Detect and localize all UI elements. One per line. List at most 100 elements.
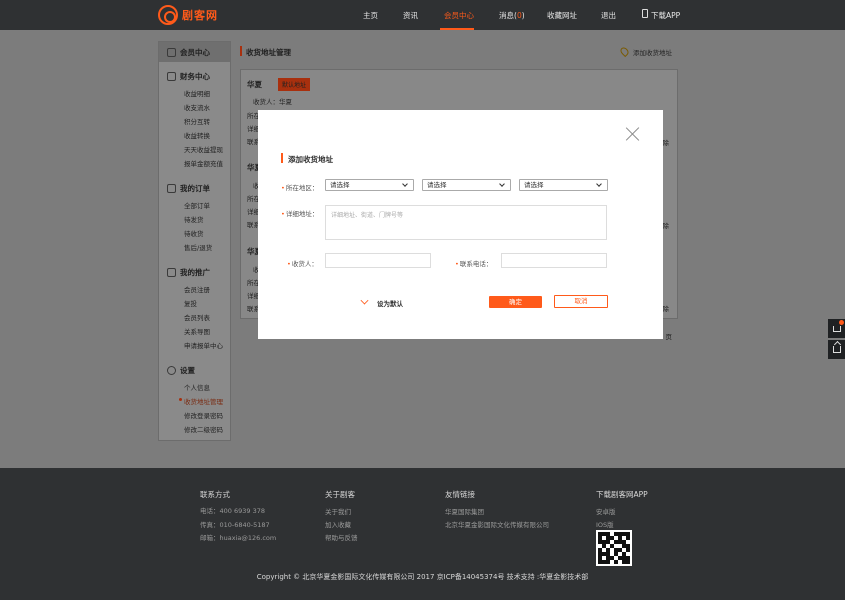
footer-fax: 传真：010-6840-5187 xyxy=(200,521,270,529)
address-name: 华夏 xyxy=(247,80,262,89)
sidebar-item-income-detail[interactable]: 收益明细 xyxy=(184,88,210,98)
copyright-text: Copyright © 北京华夏金影国际文化传媒有限公司 2017 京ICP备1… xyxy=(256,573,589,581)
footer-links-title: 友情链接 xyxy=(445,490,475,499)
sidebar-section-member-center[interactable]: 会员中心 xyxy=(159,42,230,62)
sidebar-item-member-list[interactable]: 会员列表 xyxy=(184,312,210,322)
nav-logout[interactable]: 退出 xyxy=(601,10,616,21)
sidebar-item-order-recharge[interactable]: 报单金额充值 xyxy=(184,158,223,168)
required-mark: • xyxy=(455,260,459,268)
sidebar-section-settings[interactable]: 设置 xyxy=(159,360,230,380)
delete-address-link[interactable]: 除 xyxy=(663,303,670,313)
sidebar-item-member-register[interactable]: 会员注册 xyxy=(184,284,210,294)
region-label-text: 所在地区： xyxy=(285,184,319,192)
district-select[interactable]: 请选择 xyxy=(519,179,608,191)
phone-label-text: 联系电话： xyxy=(459,260,493,268)
region-label: •所在地区： xyxy=(281,182,318,192)
nav-member-center[interactable]: 会员中心 xyxy=(444,10,474,21)
sidebar-section-title: 我的推广 xyxy=(180,267,210,277)
sidebar-item-income-convert[interactable]: 收益转换 xyxy=(184,130,210,140)
top-navbar: 剧客网 主页 资讯 会员中心 消息(0) 收藏网址 退出 下载APP xyxy=(0,0,845,30)
footer-download-title: 下载剧客网APP xyxy=(596,490,648,499)
receiver-input[interactable] xyxy=(325,253,431,268)
qr-pattern xyxy=(598,532,630,564)
add-address-dialog: 添加收货地址 •所在地区： 请选择 请选择 请选择 •详细地址： 详细地址、街道… xyxy=(258,110,663,339)
footer-about-us-link[interactable]: 关于我们 xyxy=(325,506,351,516)
sidebar-item-pending-ship[interactable]: 待发货 xyxy=(184,214,204,224)
site-footer: 联系方式 电话：400 6939 378 传真：010-6840-5187 邮箱… xyxy=(0,468,845,600)
footer-partner-link[interactable]: 北京华夏金影国际文化传媒有限公司 xyxy=(445,519,549,529)
current-item-dot xyxy=(179,398,182,401)
sidebar-item-change-login-password[interactable]: 修改登录密码 xyxy=(184,410,223,420)
footer-contact-title: 联系方式 xyxy=(200,490,230,499)
sidebar-item-reinvest[interactable]: 复投 xyxy=(184,298,197,308)
required-mark: • xyxy=(281,184,285,192)
sidebar-item-after-sales[interactable]: 售后/退货 xyxy=(184,242,212,252)
nav-messages[interactable]: 消息(0) xyxy=(499,10,525,21)
sidebar-item-address-management[interactable]: 收货地址管理 xyxy=(184,396,223,406)
sidebar-item-profile[interactable]: 个人信息 xyxy=(184,382,210,392)
sidebar-section-finance[interactable]: 财务中心 xyxy=(159,66,230,86)
delete-address-link[interactable]: 除 xyxy=(663,137,670,147)
set-default-checkbox[interactable] xyxy=(360,296,369,305)
sidebar-section-promotion[interactable]: 我的推广 xyxy=(159,262,230,282)
sidebar-item-change-second-password[interactable]: 修改二级密码 xyxy=(184,424,223,434)
receiver-label: •收货人： xyxy=(287,258,318,268)
sidebar-item-apply-center[interactable]: 申请报单中心 xyxy=(184,340,223,350)
required-mark: • xyxy=(287,260,291,268)
add-address-link[interactable]: 添加收货地址 xyxy=(633,47,672,57)
message-count-badge: 0 xyxy=(516,11,522,20)
footer-favorite-link[interactable]: 加入收藏 xyxy=(325,519,351,529)
city-select-value: 请选择 xyxy=(427,181,447,189)
footer-help-link[interactable]: 帮助与反馈 xyxy=(325,532,358,542)
logo-icon xyxy=(158,5,178,25)
footer-about-title: 关于剧客 xyxy=(325,490,355,499)
location-pin-icon xyxy=(618,45,631,58)
footer-phone: 电话：400 6939 378 xyxy=(200,507,265,515)
cart-button[interactable] xyxy=(828,319,845,338)
orders-icon xyxy=(167,183,176,193)
close-icon[interactable] xyxy=(626,127,640,141)
member-sidebar: 会员中心 财务中心 收益明细 收支流水 积分互转 收益转换 天天收益提现 报单金… xyxy=(158,41,231,441)
chevron-down-icon xyxy=(402,181,408,187)
receiver-label-text: 收货人： xyxy=(291,260,318,268)
delete-address-link[interactable]: 除 xyxy=(663,220,670,230)
dialog-title-marker xyxy=(281,153,283,163)
sidebar-section-title: 设置 xyxy=(180,365,195,375)
sidebar-section-title: 我的订单 xyxy=(180,183,210,193)
sidebar-item-all-orders[interactable]: 全部订单 xyxy=(184,200,210,210)
cart-badge xyxy=(839,320,844,325)
user-icon xyxy=(167,47,176,57)
pagination-hint[interactable]: 页 xyxy=(666,331,673,341)
nav-download-app[interactable]: 下载APP xyxy=(651,10,680,21)
cancel-button[interactable]: 取消 xyxy=(554,295,608,308)
share-button[interactable] xyxy=(828,340,845,359)
nav-home[interactable]: 主页 xyxy=(363,10,378,21)
confirm-button[interactable]: 确定 xyxy=(489,296,542,308)
sidebar-item-cash-flow[interactable]: 收支流水 xyxy=(184,102,210,112)
sidebar-item-points-transfer[interactable]: 积分互转 xyxy=(184,116,210,126)
province-select[interactable]: 请选择 xyxy=(325,179,414,191)
sidebar-section-orders[interactable]: 我的订单 xyxy=(159,178,230,198)
default-address-badge: 默认地址 xyxy=(278,78,311,91)
sidebar-item-pending-receive[interactable]: 待收货 xyxy=(184,228,204,238)
sidebar-item-daily-withdraw[interactable]: 天天收益提现 xyxy=(184,144,223,154)
province-select-value: 请选择 xyxy=(330,181,350,189)
qr-code xyxy=(596,530,632,566)
phone-input[interactable] xyxy=(501,253,607,268)
set-default-label[interactable]: 设为默认 xyxy=(377,298,403,308)
sidebar-item-relation-map[interactable]: 关系导图 xyxy=(184,326,210,336)
footer-android-link[interactable]: 安卓版 xyxy=(596,506,616,516)
title-marker xyxy=(240,46,242,56)
wallet-icon xyxy=(167,71,176,81)
site-logo[interactable]: 剧客网 xyxy=(158,5,218,25)
district-select-value: 请选择 xyxy=(524,181,544,189)
footer-email[interactable]: 邮箱：huaxia@126.com xyxy=(200,532,276,542)
page-title: 收货地址管理 xyxy=(246,48,291,57)
chevron-down-icon xyxy=(596,181,602,187)
footer-partner-link[interactable]: 华夏国际集团 xyxy=(445,506,484,516)
nav-favorites[interactable]: 收藏网址 xyxy=(547,10,577,21)
city-select[interactable]: 请选择 xyxy=(422,179,511,191)
detail-address-input[interactable]: 详细地址、街道、门牌号等 xyxy=(325,205,607,240)
nav-news[interactable]: 资讯 xyxy=(403,10,418,21)
footer-ios-link[interactable]: IOS版 xyxy=(596,519,614,529)
